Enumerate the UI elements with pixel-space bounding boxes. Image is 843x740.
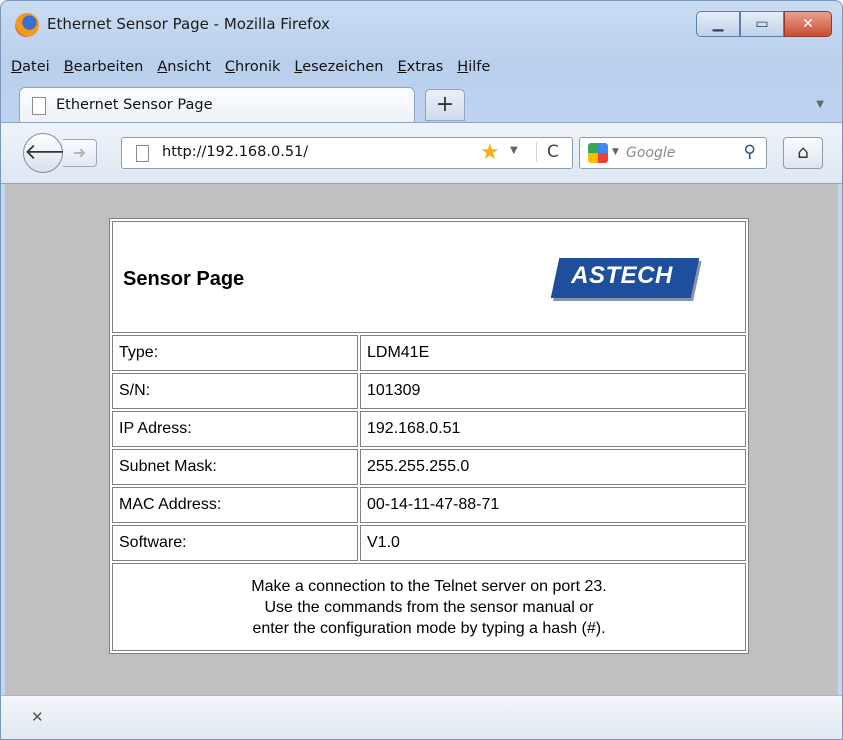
minimize-button[interactable]: ▁ <box>696 11 740 37</box>
row-value: LDM41E <box>360 335 746 371</box>
row-value: 192.168.0.51 <box>360 411 746 447</box>
back-button[interactable]: 🡐 <box>23 133 83 173</box>
astech-logo: ASTECH <box>547 258 700 298</box>
star-icon[interactable]: ★ <box>480 140 500 165</box>
page-icon <box>32 97 46 115</box>
navigation-toolbar: 🡐 ➜ http://192.168.0.51/ ★ ▼ C ▼ Google … <box>1 122 842 184</box>
menu-chronik[interactable]: Chronik <box>225 59 280 83</box>
home-button[interactable]: ⌂ <box>783 137 823 169</box>
table-row: S/N: 101309 <box>112 373 746 409</box>
table-row: Type: LDM41E <box>112 335 746 371</box>
url-text[interactable]: http://192.168.0.51/ <box>162 144 308 160</box>
row-value: 00-14-11-47-88-71 <box>360 487 746 523</box>
row-label: S/N: <box>112 373 358 409</box>
google-icon[interactable] <box>588 143 608 163</box>
table-row: MAC Address: 00-14-11-47-88-71 <box>112 487 746 523</box>
close-button[interactable]: ✕ <box>784 11 832 37</box>
instructions-note: Make a connection to the Telnet server o… <box>112 563 746 651</box>
search-engine-dropdown-icon[interactable]: ▼ <box>612 147 619 157</box>
title-bar: Ethernet Sensor Page - Mozilla Firefox ▁… <box>1 1 842 55</box>
menu-bearbeiten[interactable]: Bearbeiten <box>64 59 144 83</box>
page-title: Sensor Page <box>123 268 245 290</box>
tab-label: Ethernet Sensor Page <box>56 97 213 113</box>
chevron-down-icon: ▼ <box>816 99 824 110</box>
menu-datei[interactable]: Datei <box>11 59 50 83</box>
tab-strip: Ethernet Sensor Page + ▼ <box>1 85 842 123</box>
minimize-icon: ▁ <box>712 16 724 32</box>
forward-button[interactable]: ➜ <box>63 139 97 167</box>
sensor-table: Sensor Page ASTECH Type: LDM41E S/N: 101… <box>109 218 749 654</box>
window-title: Ethernet Sensor Page - Mozilla Firefox <box>47 15 330 33</box>
menu-ansicht[interactable]: Ansicht <box>157 59 211 83</box>
close-add-on-bar-icon[interactable]: ✕ <box>31 708 44 726</box>
history-dropdown-icon[interactable]: ▼ <box>510 145 518 156</box>
page-content: Sensor Page ASTECH Type: LDM41E S/N: 101… <box>5 184 838 695</box>
row-label: Type: <box>112 335 358 371</box>
search-bar[interactable]: ▼ Google ⚲ <box>579 137 767 169</box>
reload-icon[interactable]: C <box>536 142 559 162</box>
row-label: Subnet Mask: <box>112 449 358 485</box>
menu-hilfe[interactable]: Hilfe <box>457 59 490 83</box>
table-row: Software: V1.0 <box>112 525 746 561</box>
row-label: Software: <box>112 525 358 561</box>
browser-window: Ethernet Sensor Page - Mozilla Firefox ▁… <box>0 0 843 740</box>
menu-lesezeichen[interactable]: Lesezeichen <box>294 59 383 83</box>
maximize-icon: ▭ <box>755 16 769 32</box>
new-tab-button[interactable]: + <box>425 89 465 121</box>
table-row: Subnet Mask: 255.255.255.0 <box>112 449 746 485</box>
menu-bar: Datei Bearbeiten Ansicht Chronik Lesezei… <box>11 59 490 83</box>
maximize-button[interactable]: ▭ <box>740 11 784 37</box>
header-cell: Sensor Page ASTECH <box>112 221 746 333</box>
url-bar[interactable]: http://192.168.0.51/ ★ ▼ C <box>121 137 573 169</box>
note-line: Make a connection to the Telnet server o… <box>251 577 607 595</box>
row-label: MAC Address: <box>112 487 358 523</box>
menu-extras[interactable]: Extras <box>397 59 443 83</box>
home-icon: ⌂ <box>797 142 809 163</box>
row-value: V1.0 <box>360 525 746 561</box>
table-row: IP Adress: 192.168.0.51 <box>112 411 746 447</box>
close-icon: ✕ <box>802 16 814 32</box>
note-line: Use the commands from the sensor manual … <box>264 598 594 616</box>
plus-icon: + <box>435 92 455 117</box>
caption-buttons: ▁ ▭ ✕ <box>696 11 832 37</box>
list-all-tabs-button[interactable]: ▼ <box>816 99 824 110</box>
firefox-icon[interactable] <box>15 13 39 37</box>
row-value: 255.255.255.0 <box>360 449 746 485</box>
note-line: enter the configuration mode by typing a… <box>252 619 606 637</box>
tab-ethernet-sensor-page[interactable]: Ethernet Sensor Page <box>19 87 415 123</box>
site-identity-icon[interactable] <box>136 145 149 162</box>
row-label: IP Adress: <box>112 411 358 447</box>
magnifier-icon[interactable]: ⚲ <box>744 142 756 162</box>
logo-text: ASTECH <box>571 262 673 289</box>
search-placeholder[interactable]: Google <box>626 145 675 161</box>
add-on-bar: ✕ <box>1 695 842 739</box>
row-value: 101309 <box>360 373 746 409</box>
forward-arrow-icon: ➜ <box>72 143 87 162</box>
